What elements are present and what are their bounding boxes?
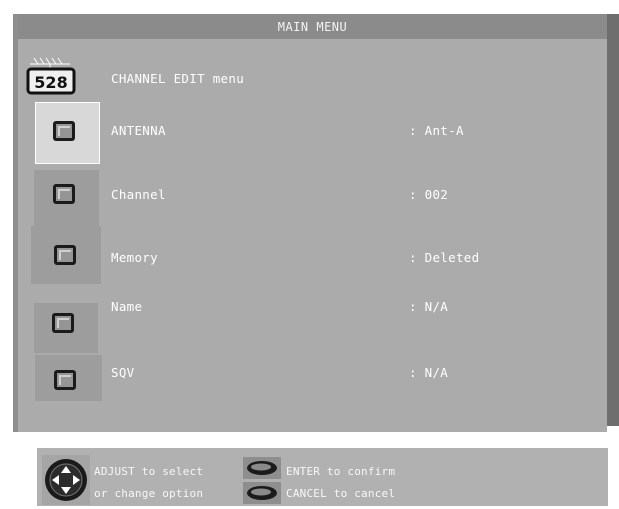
name-button-frame[interactable] (34, 303, 98, 353)
row-label: ANTENNA (111, 123, 166, 138)
square-button-icon (54, 370, 76, 390)
cancel-button-icon (243, 482, 281, 504)
row-value: : Ant-A (409, 123, 464, 138)
footer-edge (610, 448, 619, 506)
row-value: : N/A (409, 365, 449, 380)
cancel-hint: CANCEL to cancel (286, 487, 396, 500)
joystick-icon (42, 455, 90, 505)
antenna-button-frame[interactable] (35, 102, 100, 164)
row-label: Memory (111, 250, 158, 265)
menu-row-channel[interactable]: Channel : 002 (0, 170, 619, 230)
square-button-icon (53, 184, 75, 204)
channel-edit-menu-label: CHANNEL EDIT menu (111, 71, 245, 86)
row-value: : 002 (409, 187, 449, 202)
row-label: Name (111, 299, 143, 314)
square-button-icon (52, 313, 74, 333)
menu-row-name[interactable]: Name : N/A (0, 290, 619, 353)
square-button-icon (54, 245, 76, 265)
row-label: Channel (111, 187, 166, 202)
menu-row-sqv[interactable]: SQV : N/A (0, 355, 619, 415)
adjust-hint-line1: ADJUST to select (94, 465, 204, 478)
enter-button-icon (243, 457, 281, 479)
square-button-icon (53, 121, 75, 141)
row-label: SQV (111, 365, 135, 380)
sqv-button-frame[interactable] (35, 355, 102, 401)
menu-row-memory[interactable]: Memory : Deleted (0, 226, 619, 286)
channel-528-icon: 528 (24, 54, 96, 104)
menu-title: MAIN MENU (18, 14, 607, 39)
enter-hint: ENTER to confirm (286, 465, 396, 478)
channel-button-frame[interactable] (34, 170, 99, 226)
row-value: : N/A (409, 299, 449, 314)
svg-text:528: 528 (34, 73, 67, 92)
row-value: : Deleted (409, 250, 480, 265)
adjust-hint-line2: or change option (94, 487, 204, 500)
menu-row-antenna[interactable]: ANTENNA : Ant-A (0, 102, 619, 164)
memory-button-frame[interactable] (31, 226, 101, 284)
